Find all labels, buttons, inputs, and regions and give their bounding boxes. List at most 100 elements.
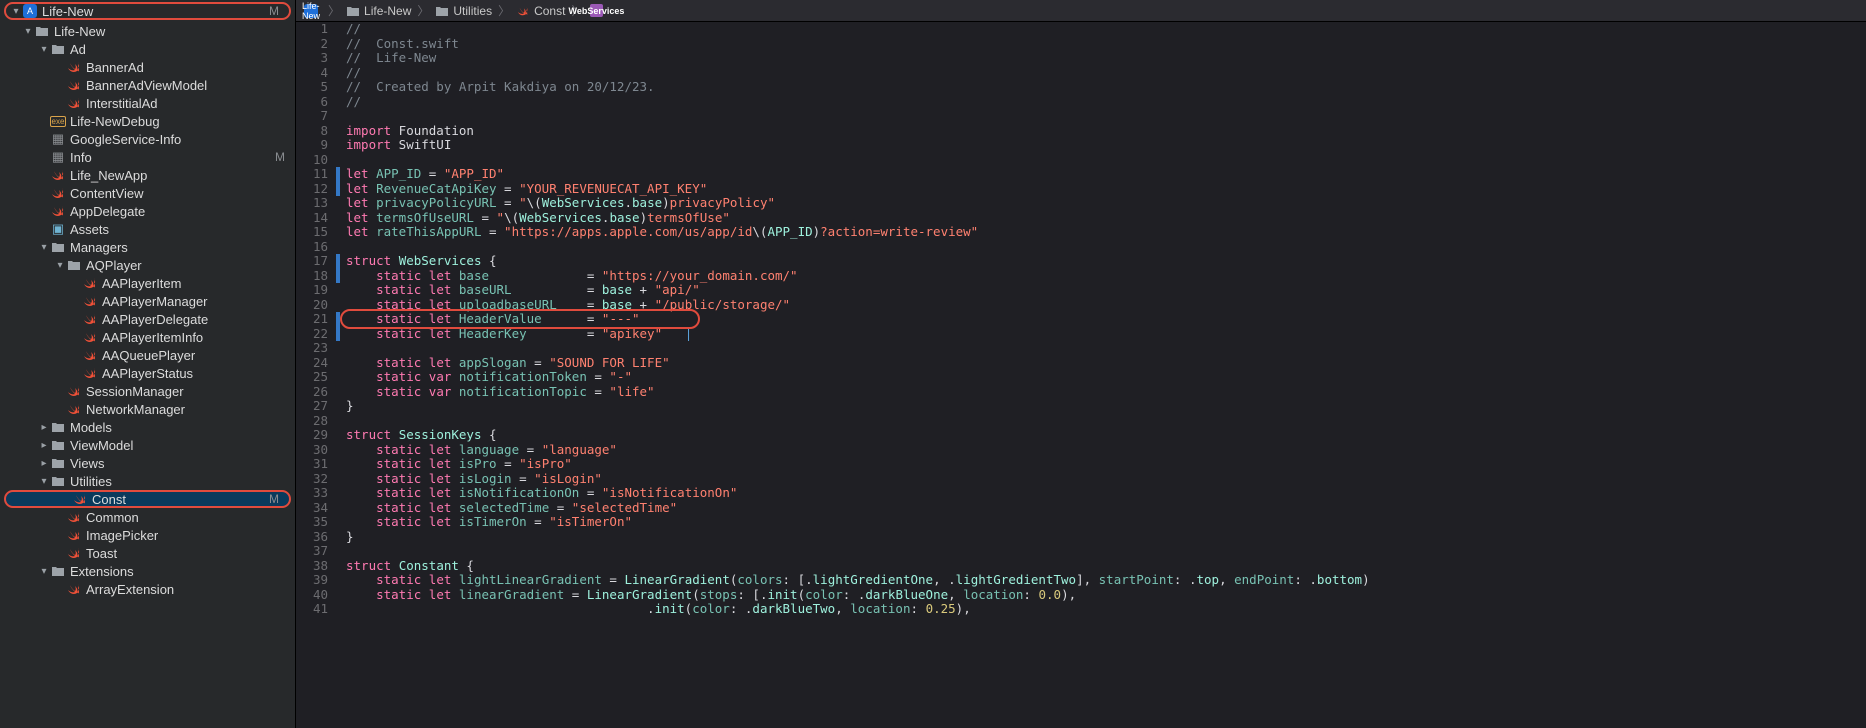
code-line-33[interactable]: static let isNotificationOn = "isNotific…	[346, 486, 1866, 501]
tree-item-arrayextension[interactable]: ArrayExtension	[0, 580, 295, 598]
tree-item-models[interactable]: ▸Models	[0, 418, 295, 436]
breadcrumb-utilities[interactable]: Utilities	[435, 4, 492, 18]
disclosure-icon[interactable]: ▸	[38, 422, 50, 433]
breadcrumb-const[interactable]: Const	[516, 4, 565, 18]
code-line-22[interactable]: static let HeaderKey = "apikey" |	[346, 327, 1866, 342]
code-line-34[interactable]: static let selectedTime = "selectedTime"	[346, 501, 1866, 516]
tree-item-aaplayeritem[interactable]: AAPlayerItem	[0, 274, 295, 292]
tree-item-googleservice-info[interactable]: ▦GoogleService-Info	[0, 130, 295, 148]
code-lines[interactable]: //// Const.swift// Life-New//// Created …	[340, 22, 1866, 728]
code-line-1[interactable]: //	[346, 22, 1866, 37]
disclosure-icon[interactable]: ▾	[54, 260, 66, 271]
disclosure-icon[interactable]: ▾	[22, 26, 34, 37]
tree-item-viewmodel[interactable]: ▸ ViewModel	[0, 436, 295, 454]
code-line-12[interactable]: let RevenueCatApiKey = "YOUR_REVENUECAT_…	[346, 182, 1866, 197]
breadcrumb-life-new[interactable]: Life-New	[304, 4, 322, 18]
code-line-3[interactable]: // Life-New	[346, 51, 1866, 66]
code-line-31[interactable]: static let isPro = "isPro"	[346, 457, 1866, 472]
code-line-25[interactable]: static var notificationToken = "-"	[346, 370, 1866, 385]
code-line-11[interactable]: let APP_ID = "APP_ID"	[346, 167, 1866, 182]
disclosure-icon[interactable]: ▾	[10, 6, 22, 17]
tree-item-const[interactable]: ConstM	[4, 490, 291, 508]
code-line-32[interactable]: static let isLogin = "isLogin"	[346, 472, 1866, 487]
code-line-30[interactable]: static let language = "language"	[346, 443, 1866, 458]
code-line-36[interactable]: }	[346, 530, 1866, 545]
tree-item-toast[interactable]: Toast	[0, 544, 295, 562]
code-line-21[interactable]: static let HeaderValue = "---"	[346, 312, 1866, 327]
code-line-18[interactable]: static let base = "https://your_domain.c…	[346, 269, 1866, 284]
disclosure-icon[interactable]: ▾	[38, 44, 50, 55]
code-line-35[interactable]: static let isTimerOn = "isTimerOn"	[346, 515, 1866, 530]
tree-item-utilities[interactable]: ▾Utilities	[0, 472, 295, 490]
tree-item-assets[interactable]: ▣Assets	[0, 220, 295, 238]
project-navigator[interactable]: ▾ALife-NewM▾Life-New▾AdBannerAdBannerAdV…	[0, 0, 296, 728]
code-line-39[interactable]: static let lightLinearGradient = LinearG…	[346, 573, 1866, 588]
code-line-37[interactable]	[346, 544, 1866, 559]
project-root[interactable]: ▾ALife-NewM	[4, 2, 291, 20]
code-line-16[interactable]	[346, 240, 1866, 255]
tree-item-ad[interactable]: ▾Ad	[0, 40, 295, 58]
tree-item-aaplayerstatus[interactable]: AAPlayerStatus	[0, 364, 295, 382]
code-line-38[interactable]: struct Constant {	[346, 559, 1866, 574]
code-line-19[interactable]: static let baseURL = base + "api/"	[346, 283, 1866, 298]
code-line-27[interactable]: }	[346, 399, 1866, 414]
code-line-23[interactable]	[346, 341, 1866, 356]
tree-item-aaqueueplayer[interactable]: AAQueuePlayer	[0, 346, 295, 364]
tree-item-life-newapp[interactable]: Life_NewApp	[0, 166, 295, 184]
tree-item-info[interactable]: ▦InfoM	[0, 148, 295, 166]
code-line-9[interactable]: import SwiftUI	[346, 138, 1866, 153]
tree-item-managers[interactable]: ▾Managers	[0, 238, 295, 256]
code-editor[interactable]: 1234567891011121314151617181920212223242…	[296, 22, 1866, 728]
tree-item-aqplayer[interactable]: ▾AQPlayer	[0, 256, 295, 274]
code-line-28[interactable]	[346, 414, 1866, 429]
folder-icon	[66, 257, 82, 273]
disclosure-icon[interactable]: ▾	[38, 476, 50, 487]
tree-item-interstitialad[interactable]: InterstitialAd	[0, 94, 295, 112]
code-line-26[interactable]: static var notificationTopic = "life"	[346, 385, 1866, 400]
tree-item-aaplayerdelegate[interactable]: AAPlayerDelegate	[0, 310, 295, 328]
tree-item-imagepicker[interactable]: ImagePicker	[0, 526, 295, 544]
tree-item-views[interactable]: ▸Views	[0, 454, 295, 472]
code-line-14[interactable]: let termsOfUseURL = "\(WebServices.base)…	[346, 211, 1866, 226]
code-line-10[interactable]	[346, 153, 1866, 168]
tree-item-label: AppDelegate	[70, 204, 285, 219]
code-line-4[interactable]: //	[346, 66, 1866, 81]
tree-item-aaplayermanager[interactable]: AAPlayerManager	[0, 292, 295, 310]
tree-item-label: AAPlayerDelegate	[102, 312, 285, 327]
tree-item-common[interactable]: Common	[0, 508, 295, 526]
tree-item-banneradviewmodel[interactable]: BannerAdViewModel	[0, 76, 295, 94]
tree-item-life-newdebug[interactable]: exeLife-NewDebug	[0, 112, 295, 130]
breadcrumb[interactable]: Life-New〉Life-New〉Utilities〉Const〉WebSer…	[296, 0, 1866, 22]
breadcrumb-webservices[interactable]: WebServices	[589, 4, 607, 18]
code-line-13[interactable]: let privacyPolicyURL = "\(WebServices.ba…	[346, 196, 1866, 211]
tree-item-appdelegate[interactable]: AppDelegate	[0, 202, 295, 220]
code-line-20[interactable]: static let uploadbaseURL = base + "/publ…	[346, 298, 1866, 313]
disclosure-icon[interactable]: ▾	[38, 566, 50, 577]
code-line-15[interactable]: let rateThisAppURL = "https://apps.apple…	[346, 225, 1866, 240]
code-line-17[interactable]: struct WebServices {	[346, 254, 1866, 269]
tree-item-label: Life-New	[54, 24, 285, 39]
code-line-6[interactable]: //	[346, 95, 1866, 110]
disclosure-icon[interactable]: ▸	[38, 440, 50, 451]
tree-item-bannerad[interactable]: BannerAd	[0, 58, 295, 76]
tree-item-networkmanager[interactable]: NetworkManager	[0, 400, 295, 418]
code-line-29[interactable]: struct SessionKeys {	[346, 428, 1866, 443]
tree-item-contentview[interactable]: ContentView	[0, 184, 295, 202]
breadcrumb-life-new[interactable]: Life-New	[346, 4, 411, 18]
code-line-24[interactable]: static let appSlogan = "SOUND FOR LIFE"	[346, 356, 1866, 371]
code-line-5[interactable]: // Created by Arpit Kakdiya on 20/12/23.	[346, 80, 1866, 95]
tree-item-label: AAPlayerItem	[102, 276, 285, 291]
code-line-41[interactable]: .init(color: .darkBlueTwo, location: 0.2…	[346, 602, 1866, 617]
tree-item-label: ViewModel	[70, 438, 285, 453]
code-line-7[interactable]	[346, 109, 1866, 124]
code-line-8[interactable]: import Foundation	[346, 124, 1866, 139]
tree-item-sessionmanager[interactable]: SessionManager	[0, 382, 295, 400]
disclosure-icon[interactable]: ▸	[38, 458, 50, 469]
tree-item-life-new[interactable]: ▾ Life-New	[0, 22, 295, 40]
code-line-2[interactable]: // Const.swift	[346, 37, 1866, 52]
disclosure-icon[interactable]: ▾	[38, 242, 50, 253]
code-line-40[interactable]: static let linearGradient = LinearGradie…	[346, 588, 1866, 603]
folder-icon	[50, 41, 66, 57]
tree-item-extensions[interactable]: ▾Extensions	[0, 562, 295, 580]
tree-item-aaplayeriteminfo[interactable]: AAPlayerItemInfo	[0, 328, 295, 346]
